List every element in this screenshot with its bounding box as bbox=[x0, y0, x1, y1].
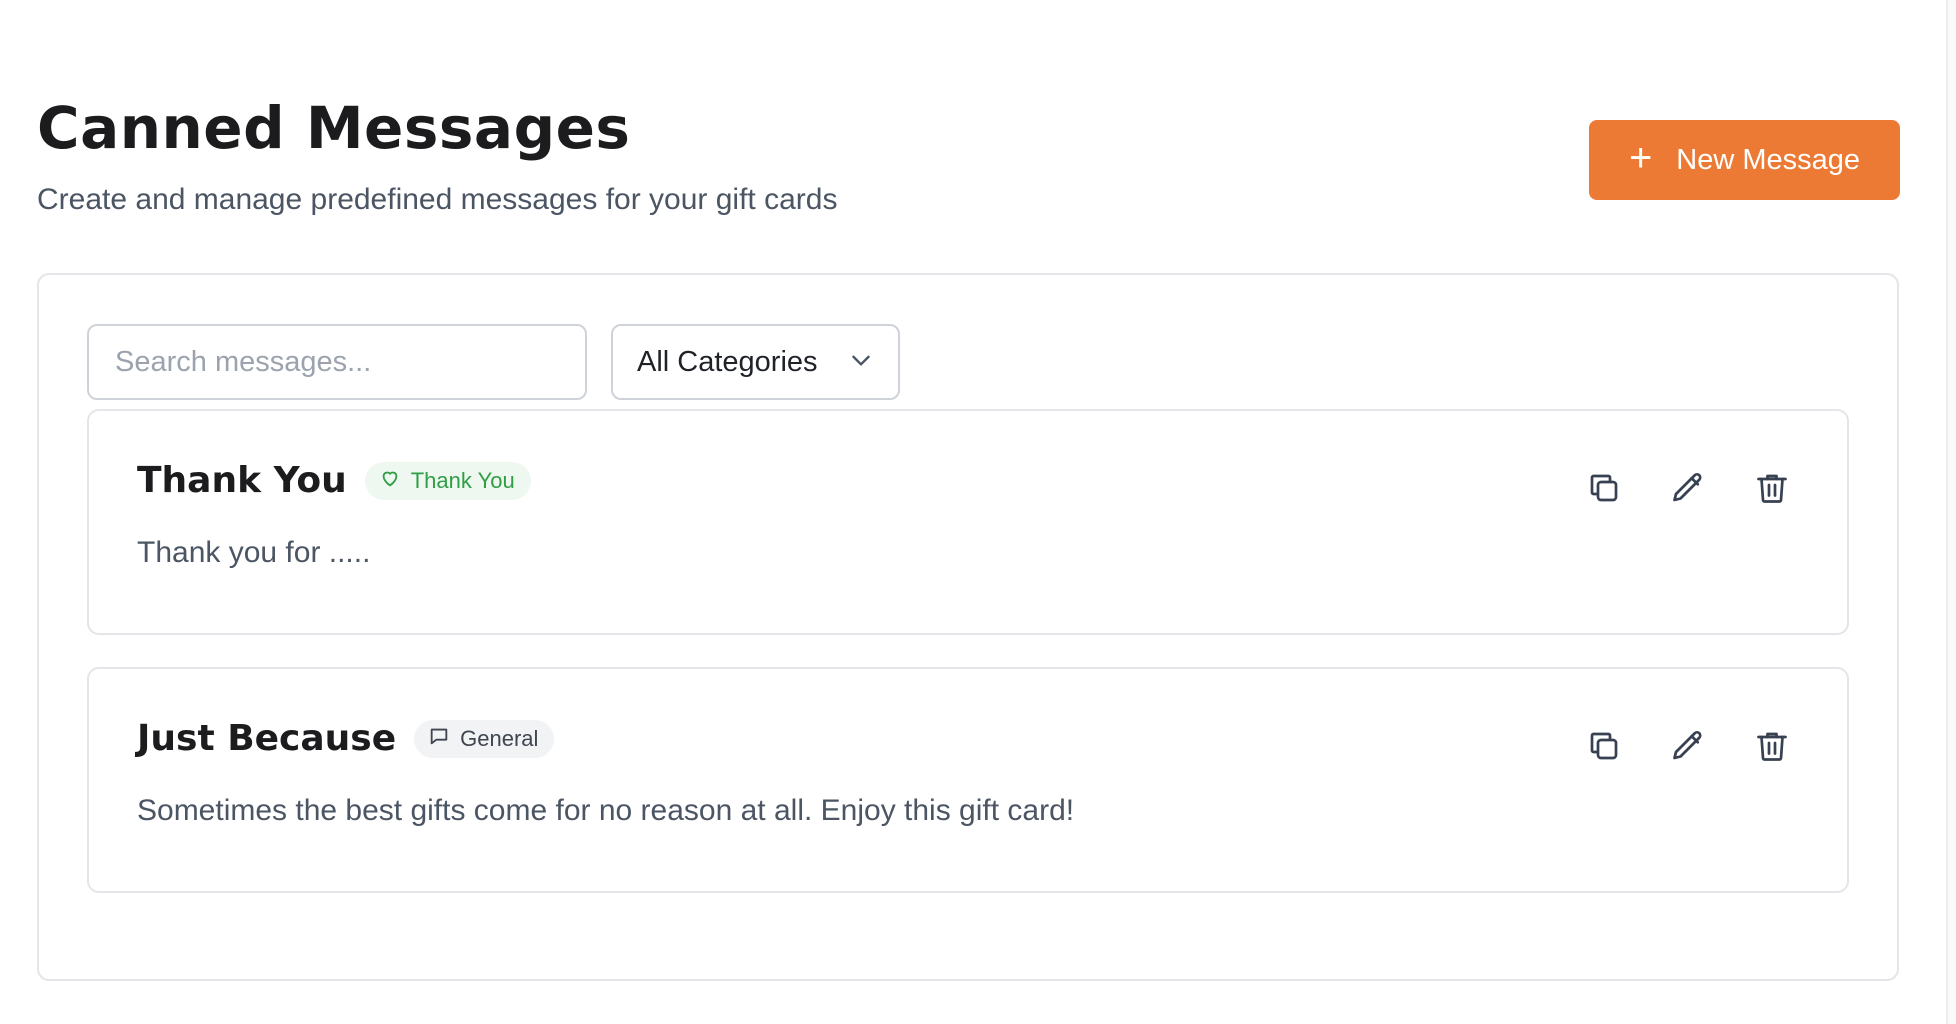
copy-icon[interactable] bbox=[1585, 727, 1623, 765]
category-select-value: All Categories bbox=[637, 345, 818, 378]
page-title: Canned Messages bbox=[37, 94, 631, 162]
chevron-down-icon bbox=[848, 347, 874, 378]
category-badge: General bbox=[414, 720, 555, 758]
search-input[interactable] bbox=[115, 345, 585, 379]
message-card: Just Because General Sometimes the best … bbox=[87, 667, 1849, 893]
scrollbar[interactable] bbox=[1946, 0, 1956, 1024]
new-message-button[interactable]: + New Message bbox=[1589, 120, 1900, 200]
chat-bubble-icon bbox=[428, 725, 450, 753]
page: Canned Messages Create and manage predef… bbox=[0, 0, 1956, 1024]
message-title: Thank You bbox=[137, 460, 347, 501]
edit-icon[interactable] bbox=[1669, 727, 1707, 765]
trash-icon[interactable] bbox=[1753, 469, 1791, 507]
message-body: Sometimes the best gifts come for no rea… bbox=[137, 794, 1075, 827]
copy-icon[interactable] bbox=[1585, 469, 1623, 507]
heart-icon bbox=[379, 467, 401, 495]
message-card-header: Thank You Thank You bbox=[137, 459, 531, 503]
trash-icon[interactable] bbox=[1753, 727, 1791, 765]
new-message-label: New Message bbox=[1676, 143, 1861, 176]
page-subtitle: Create and manage predefined messages fo… bbox=[37, 183, 838, 216]
category-badge-label: General bbox=[460, 726, 539, 751]
category-badge: Thank You bbox=[364, 462, 531, 500]
category-badge-label: Thank You bbox=[410, 468, 515, 493]
message-actions bbox=[1585, 469, 1791, 507]
message-card-header: Just Because General bbox=[137, 717, 555, 761]
search-field[interactable] bbox=[87, 324, 587, 400]
edit-icon[interactable] bbox=[1669, 469, 1707, 507]
message-title: Just Because bbox=[137, 718, 397, 759]
message-body: Thank you for ..... bbox=[137, 536, 371, 569]
page-header: Canned Messages Create and manage predef… bbox=[37, 92, 837, 218]
message-card: Thank You Thank You Thank you for ..... bbox=[87, 409, 1849, 635]
message-actions bbox=[1585, 727, 1791, 765]
category-select[interactable]: All Categories bbox=[611, 324, 900, 400]
messages-panel: All Categories Thank You Thank You Thank… bbox=[37, 273, 1899, 981]
plus-icon: + bbox=[1628, 136, 1653, 180]
